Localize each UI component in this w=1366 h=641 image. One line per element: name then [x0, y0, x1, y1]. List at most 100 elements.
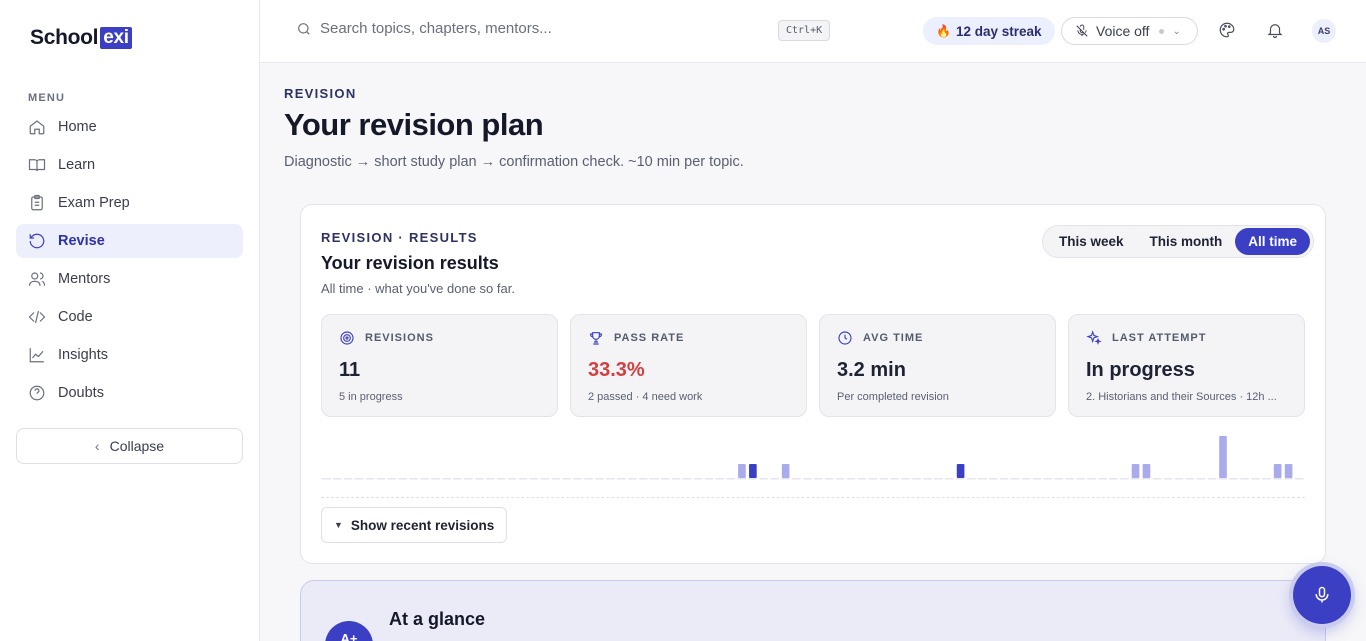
chart-baseline-tick: [748, 478, 757, 480]
show-recent-revisions-button[interactable]: ▼ Show recent revisions: [321, 507, 508, 543]
notifications-button[interactable]: [1266, 21, 1286, 41]
chart-baseline-tick: [715, 478, 725, 480]
activity-bar: [749, 464, 757, 478]
chart-baseline-tick: [824, 478, 834, 480]
chart-baseline-tick: [934, 478, 943, 480]
chart-baseline-tick: [988, 478, 998, 480]
sidebar: School exi MENU Home Learn Exam Prep Revi…: [0, 0, 260, 641]
chart-baseline-tick: [693, 478, 703, 480]
sidebar-item-label: Insights: [58, 347, 108, 363]
chart-baseline-tick: [846, 478, 856, 480]
palette-button[interactable]: [1218, 21, 1238, 41]
chart-baseline-tick: [868, 478, 878, 480]
activity-bar: [781, 464, 790, 478]
activity-bar: [738, 464, 746, 478]
main-content: REVISION Your revision plan Diagnostic →…: [260, 63, 1366, 641]
stat-label: REVISIONS: [365, 332, 434, 344]
stat-label: PASS RATE: [614, 332, 685, 344]
chart-baseline-tick: [518, 478, 528, 480]
activity-bar: [956, 464, 965, 478]
chevron-left-icon: ‹: [94, 438, 100, 454]
chart-baseline-tick: [1087, 478, 1096, 480]
stat-note: 2 passed · 4 need work: [588, 391, 703, 403]
streak-badge[interactable]: 🔥 12 day streak: [923, 17, 1055, 45]
sidebar-item-revise[interactable]: Revise: [16, 224, 243, 258]
chart-baseline-tick: [1163, 478, 1173, 480]
chart-baseline-tick: [431, 478, 440, 480]
chart-baseline-tick: [343, 478, 353, 480]
chart-baseline-tick: [376, 478, 386, 480]
stat-pass-rate: PASS RATE 33.3% 2 passed · 4 need work: [570, 314, 807, 417]
chart-baseline-tick: [562, 478, 571, 480]
trophy-icon: [590, 332, 602, 345]
sidebar-item-mentors[interactable]: Mentors: [16, 262, 243, 296]
range-this-week[interactable]: This week: [1046, 228, 1137, 255]
page-eyebrow: REVISION: [284, 86, 357, 101]
code-icon: [28, 310, 46, 324]
results-subtitle: All time · what you've done so far.: [321, 281, 515, 296]
stat-last-attempt: LAST ATTEMPT In progress 2. Historians a…: [1068, 314, 1305, 417]
collapse-button[interactable]: ‹ Collapse: [16, 428, 243, 464]
sidebar-item-learn[interactable]: Learn: [16, 148, 243, 182]
sidebar-item-home[interactable]: Home: [16, 110, 243, 144]
chart-baseline-tick: [704, 478, 714, 480]
chart-baseline-tick: [956, 478, 965, 480]
glance-title: At a glance: [389, 609, 486, 629]
chart-baseline-tick: [1076, 478, 1085, 480]
avatar[interactable]: AS: [1312, 19, 1336, 43]
chart-baseline-tick: [759, 478, 768, 480]
search-icon: [298, 22, 310, 35]
search-placeholder: Search topics, chapters, mentors...: [320, 20, 552, 37]
chart-baseline-tick: [1098, 478, 1107, 480]
activity-bar: [1284, 464, 1293, 478]
activity-bar: [1131, 464, 1140, 478]
chart-baseline-tick: [486, 478, 495, 480]
chart-baseline-tick: [475, 478, 484, 480]
chart-baseline-tick: [912, 478, 921, 480]
sidebar-item-insights[interactable]: Insights: [16, 338, 243, 372]
brand-name: School: [30, 26, 99, 49]
brand-logo[interactable]: School exi: [30, 26, 132, 50]
show-recent-label: Show recent revisions: [350, 517, 495, 533]
activity-bar: [1273, 464, 1282, 478]
at-a-glance-card: A+ At a glance: [300, 580, 1326, 641]
chevron-down-icon: ⌄: [1172, 25, 1181, 37]
chart-baseline-tick: [923, 478, 932, 480]
chart-baseline-tick: [1054, 478, 1063, 480]
chart-icon: [29, 348, 44, 363]
range-this-month[interactable]: This month: [1137, 228, 1236, 255]
chart-baseline-tick: [464, 478, 473, 480]
voice-label: Voice off: [1096, 23, 1150, 39]
collapse-label: Collapse: [109, 438, 165, 454]
sidebar-item-doubts[interactable]: Doubts: [16, 376, 243, 410]
chart-baseline-tick: [332, 478, 342, 480]
chart-baseline-tick: [1295, 478, 1304, 480]
chart-baseline-tick: [737, 478, 746, 480]
search-shortcut: Ctrl+K: [778, 20, 831, 41]
palette-icon: [1219, 22, 1235, 38]
chart-baseline-tick: [890, 478, 899, 480]
flame-icon: 🔥: [936, 24, 951, 38]
sidebar-item-code[interactable]: Code: [16, 300, 243, 334]
bell-icon: [1267, 24, 1283, 39]
chart-baseline-tick: [1021, 478, 1031, 480]
chart-baseline-tick: [1196, 478, 1206, 480]
stat-revisions: REVISIONS 11 5 in progress: [321, 314, 558, 417]
page-title: Your revision plan: [284, 107, 544, 142]
streak-label: 12 day streak: [955, 23, 1042, 39]
chart-baseline-tick: [803, 478, 812, 480]
voice-assistant-button[interactable]: [1293, 566, 1351, 624]
chart-baseline-tick: [354, 478, 364, 480]
chart-baseline-tick: [1152, 478, 1162, 480]
chart-baseline-tick: [595, 478, 604, 480]
voice-toggle[interactable]: Voice off ⌄: [1061, 17, 1198, 45]
chart-baseline-tick: [1043, 478, 1053, 480]
chart-baseline-tick: [1284, 478, 1293, 480]
chart-baseline-tick: [770, 478, 779, 480]
sidebar-item-exam-prep[interactable]: Exam Prep: [16, 186, 243, 220]
range-all-time[interactable]: All time: [1235, 228, 1311, 255]
chart-baseline-tick: [814, 478, 823, 480]
search-input[interactable]: Search topics, chapters, mentors...: [296, 20, 552, 37]
chart-baseline-tick: [1262, 478, 1271, 480]
sidebar-item-label: Mentors: [58, 271, 111, 287]
